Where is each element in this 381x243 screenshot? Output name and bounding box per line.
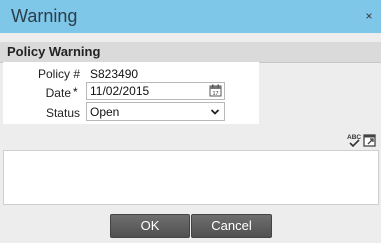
comment-textarea[interactable]	[3, 150, 379, 205]
status-label: Status	[45, 106, 80, 120]
section-header: Policy Warning	[0, 42, 381, 63]
policy-number-value: S823490	[90, 67, 139, 81]
cancel-button[interactable]: Cancel	[191, 214, 272, 238]
required-marker: *	[73, 85, 78, 99]
section-title: Policy Warning	[7, 44, 101, 59]
ok-button[interactable]: OK	[110, 214, 190, 238]
chevron-down-icon	[210, 106, 220, 120]
calendar-icon[interactable]: 17	[209, 84, 222, 100]
dialog-titlebar: Warning ×	[0, 0, 381, 33]
close-icon[interactable]: ×	[364, 10, 374, 22]
dialog-title: Warning	[11, 6, 78, 26]
date-value: 11/02/2015	[90, 84, 150, 98]
date-input[interactable]: 11/02/2015 17	[86, 82, 225, 100]
date-label: Date	[45, 86, 71, 100]
svg-text:17: 17	[212, 91, 218, 97]
status-value: Open	[90, 105, 120, 119]
policy-number-label: Policy #	[37, 67, 80, 81]
status-select[interactable]: Open	[86, 102, 225, 121]
